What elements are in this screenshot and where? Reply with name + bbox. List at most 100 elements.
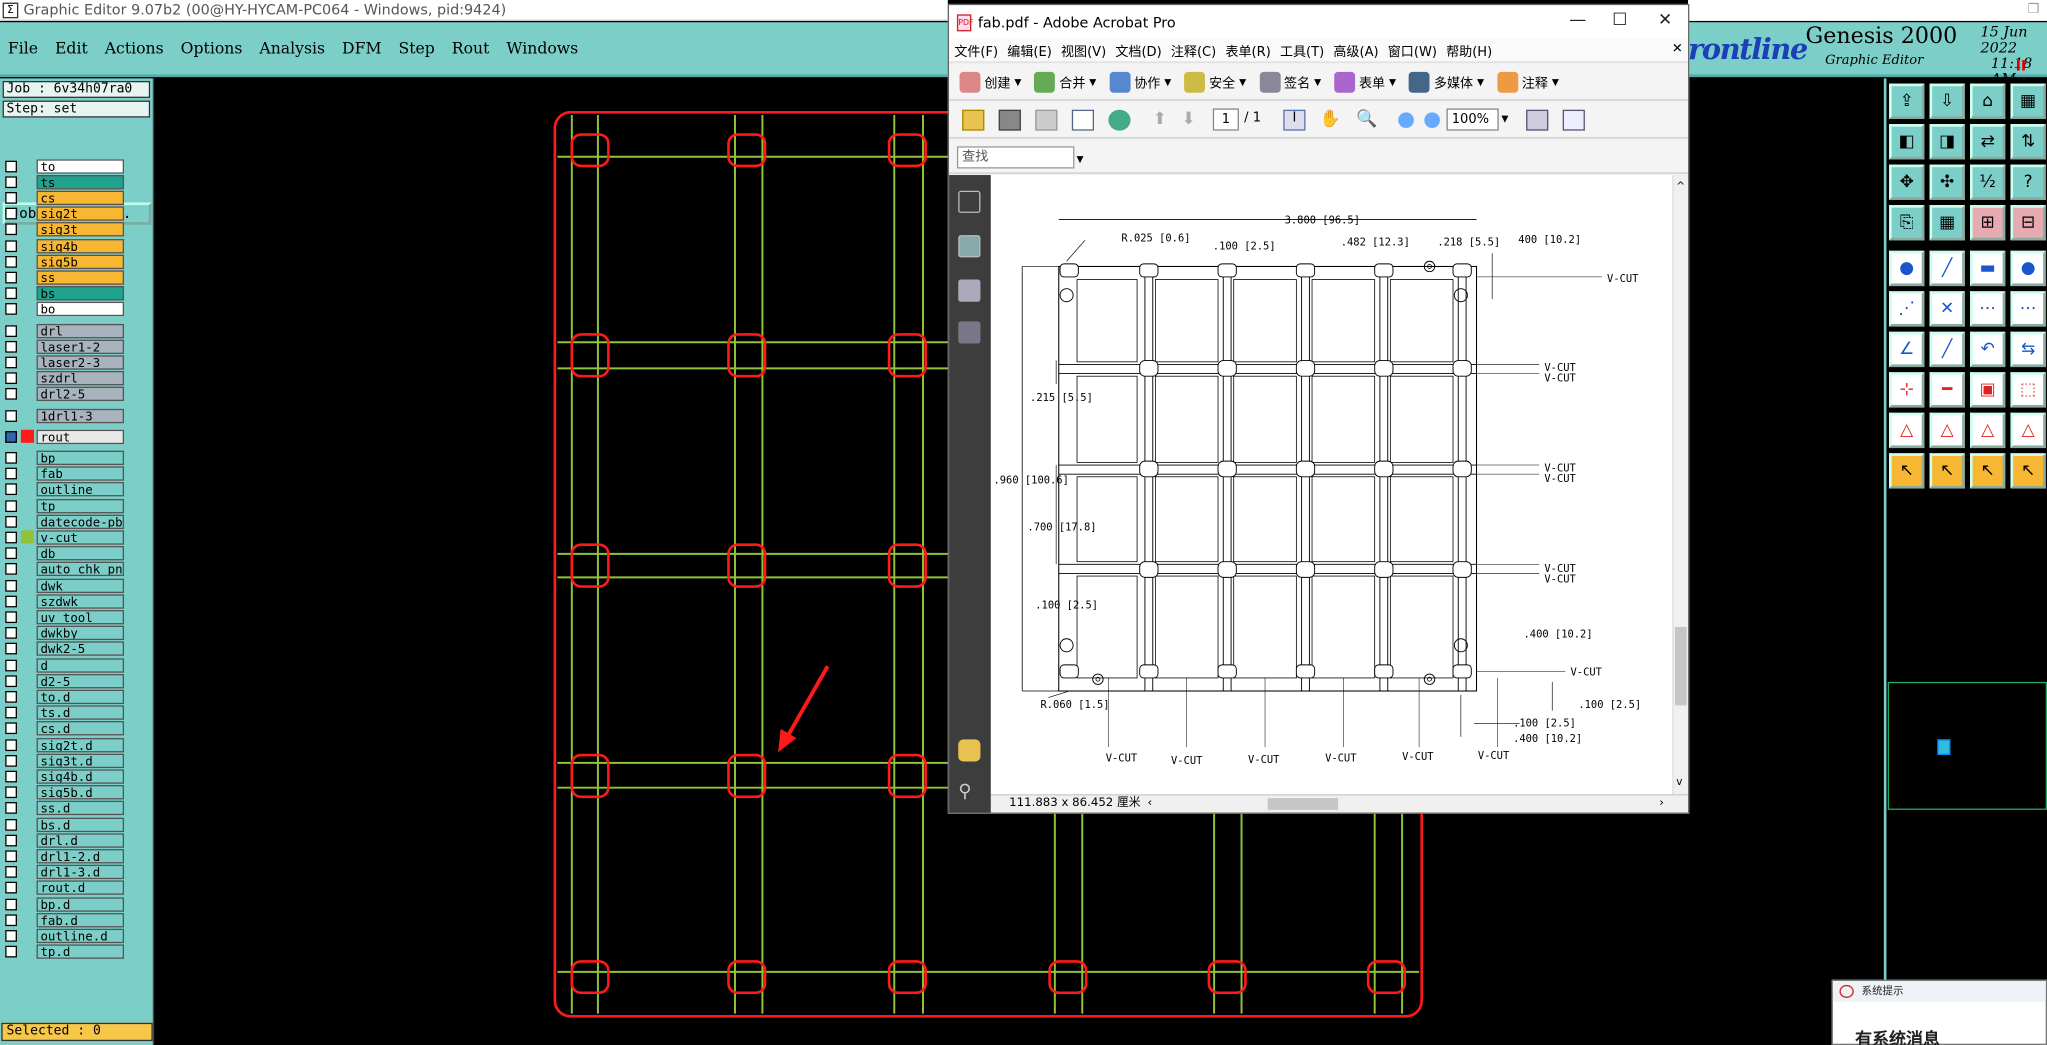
layer-row-sig2t[interactable]: sig2t <box>5 206 125 222</box>
layer-checkbox[interactable] <box>5 913 17 926</box>
layer-row-szdrl[interactable]: szdrl <box>5 370 125 386</box>
layer-checkbox[interactable] <box>5 706 17 719</box>
layer-checkbox[interactable] <box>5 409 17 422</box>
layer-checkbox[interactable] <box>5 898 17 910</box>
toolbar-form-button[interactable]: 表单 ▼ <box>1334 71 1396 93</box>
close-icon[interactable]: ✕ <box>1658 10 1672 30</box>
layer-row-dwk2-5[interactable]: dwk2-5 <box>5 641 125 657</box>
cross-icon[interactable]: ✕ <box>1929 291 1965 327</box>
measure-2-icon[interactable]: ⊟ <box>2010 205 2046 241</box>
layer-checkbox[interactable] <box>5 770 17 783</box>
layer-row-fab[interactable]: fab <box>5 466 125 482</box>
layer-checkbox[interactable] <box>5 303 17 316</box>
attachments-panel-icon[interactable]: ⚲ <box>958 781 980 803</box>
layer-checkbox[interactable] <box>5 659 17 671</box>
layer-checkbox[interactable] <box>5 483 17 496</box>
swap-icon[interactable]: ⇄ <box>1969 124 2006 160</box>
line-icon[interactable]: ▬ <box>1969 250 2006 287</box>
toolbar-combine-button[interactable]: 合并 ▼ <box>1034 71 1096 93</box>
layer-row-cs[interactable]: cs <box>5 190 125 206</box>
measure-icon[interactable]: ⊞ <box>1969 205 2006 241</box>
layer-checkbox[interactable] <box>5 175 17 188</box>
signatures-panel-icon[interactable] <box>958 321 981 344</box>
open-folder-icon[interactable] <box>962 109 985 131</box>
one-to-two-icon[interactable]: ½ <box>1969 164 2006 200</box>
minimap[interactable] <box>1887 681 2047 810</box>
acro-menu-comments[interactable]: 注释(C) <box>1171 40 1216 60</box>
layer-row-szdwk[interactable]: szdwk <box>5 593 125 609</box>
layer-row-sig4b-d[interactable]: sig4b.d <box>5 769 125 785</box>
previous-page-icon[interactable]: ⬆ <box>1153 110 1175 131</box>
scroll-left-icon[interactable]: ‹ <box>1148 796 1153 813</box>
layer-checkbox[interactable] <box>5 627 17 639</box>
acro-menu-help[interactable]: 帮助(H) <box>1446 40 1492 60</box>
layer-checkbox[interactable] <box>5 271 17 284</box>
layer-checkbox[interactable] <box>5 611 17 623</box>
vertical-scroll-thumb[interactable] <box>1674 627 1687 706</box>
layers-panel-icon[interactable] <box>958 279 981 302</box>
layer-row-d[interactable]: d <box>5 657 125 673</box>
flip-icon[interactable]: ⇆ <box>2010 331 2046 368</box>
layer-row-drl[interactable]: drl <box>5 323 125 339</box>
open-job-icon[interactable]: ⇪ <box>1889 83 1925 119</box>
acro-menu-file[interactable]: 文件(F) <box>954 40 998 60</box>
restore-icon[interactable]: ❐ <box>2027 3 2039 17</box>
zoom-out-icon[interactable] <box>1398 112 1414 129</box>
layer-checkbox[interactable] <box>5 690 17 703</box>
email-icon[interactable] <box>1071 109 1095 131</box>
layer-row-ts[interactable]: ts <box>5 174 125 190</box>
layer-checkbox[interactable] <box>5 866 17 878</box>
zoom-home-icon[interactable]: ✣ <box>1929 164 1965 200</box>
layer-checkbox[interactable] <box>5 356 17 369</box>
toolbar-multimedia-button[interactable]: 多媒体 ▼ <box>1409 71 1484 93</box>
globe-icon[interactable] <box>1108 109 1131 131</box>
help-icon[interactable]: ? <box>2010 164 2046 200</box>
layer-checkbox[interactable] <box>5 207 17 220</box>
find-dropdown-icon[interactable]: ▼ <box>1077 150 1084 170</box>
layer-checkbox[interactable] <box>5 945 17 958</box>
layer-row-d2-5[interactable]: d2-5 <box>5 673 125 689</box>
group-icon[interactable]: ⬚ <box>2010 372 2046 408</box>
layer-checkbox[interactable] <box>5 754 17 767</box>
acro-menu-window[interactable]: 窗口(W) <box>1388 40 1437 60</box>
snap-icon[interactable]: ● <box>1889 250 1925 287</box>
ruler-icon[interactable]: ⎘ <box>1889 205 1925 241</box>
menu-dfm[interactable]: DFM <box>342 39 381 57</box>
layer-checkbox[interactable] <box>5 340 17 353</box>
dot-icon[interactable]: ● <box>2010 250 2046 287</box>
menu-analysis[interactable]: Analysis <box>259 39 325 57</box>
layer-row-bp[interactable]: bp <box>5 450 125 466</box>
layer-checkbox[interactable] <box>5 674 17 687</box>
layer-checkbox[interactable] <box>5 531 17 544</box>
minimize-icon[interactable]: — <box>1569 10 1586 30</box>
grid-icon[interactable]: ▦ <box>1929 205 1965 241</box>
menu-actions[interactable]: Actions <box>105 39 164 57</box>
layer-row-ss[interactable]: ss <box>5 270 125 286</box>
layer-row-bp-d[interactable]: bp.d <box>5 896 125 912</box>
scroll-down-icon[interactable]: v <box>1676 776 1682 788</box>
layer-row-bs[interactable]: bs <box>5 286 125 302</box>
layer-checkbox[interactable] <box>5 563 17 576</box>
zoom-tool-icon[interactable]: 🔍 <box>1356 110 1378 131</box>
zoom-in-icon[interactable] <box>1424 112 1440 129</box>
layer-checkbox[interactable] <box>5 786 17 799</box>
layer-checkbox[interactable] <box>5 191 17 204</box>
undo-curve-icon[interactable]: ↶ <box>1969 331 2006 368</box>
layer-checkbox[interactable] <box>5 467 17 480</box>
save-icon[interactable] <box>1035 109 1058 131</box>
layer-row-db[interactable]: db <box>5 545 125 561</box>
connect-icon[interactable]: ⋯ <box>1969 291 2006 327</box>
zoom-dropdown-icon[interactable]: ▼ <box>1501 114 1508 124</box>
layer-row-rout[interactable]: rout <box>5 429 125 445</box>
layer-checkbox[interactable] <box>5 850 17 862</box>
layer-row-drl1-2-d[interactable]: drl1-2.d <box>5 848 125 864</box>
menu-rout[interactable]: Rout <box>452 39 490 57</box>
toolbar-pen-button[interactable]: 签名 ▼ <box>1259 71 1321 93</box>
layer-row-tp-d[interactable]: tp.d <box>5 944 125 960</box>
hand-tool-icon[interactable]: ✋ <box>1320 110 1342 131</box>
layer-checkbox[interactable] <box>5 388 17 401</box>
menu-windows[interactable]: Windows <box>506 39 578 57</box>
layer-row-bs-d[interactable]: bs.d <box>5 816 125 832</box>
layer-checkbox[interactable] <box>5 287 17 300</box>
maximize-icon[interactable]: ☐ <box>1612 10 1627 30</box>
